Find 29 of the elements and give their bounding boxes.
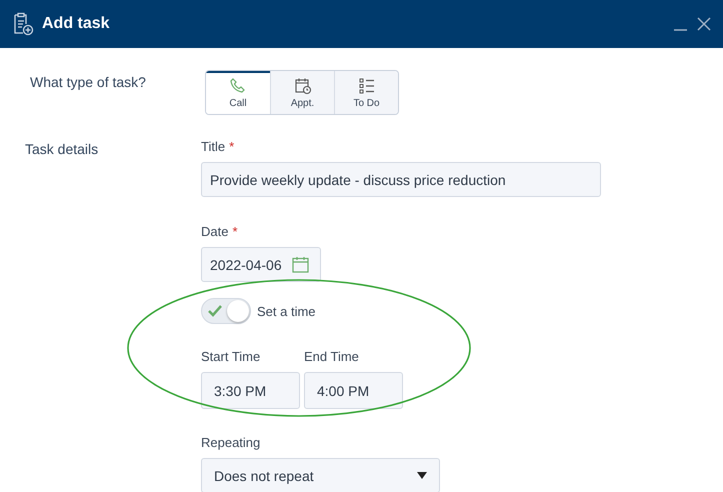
field-label: Date — [201, 224, 228, 239]
title-field[interactable]: Provide weekly update - discuss price reduction — [201, 162, 601, 197]
start-time-field[interactable]: 3:30 PM — [201, 372, 300, 409]
window-title: Add task — [42, 15, 111, 33]
end-time-field[interactable]: 4:00 PM — [304, 372, 403, 409]
toggle-switch[interactable] — [201, 298, 251, 324]
phone-icon — [229, 76, 247, 94]
minimize-icon — [674, 29, 686, 31]
toggle-label: Set a time — [257, 304, 316, 318]
field-label: Repeating — [201, 435, 262, 450]
task-add-icon — [12, 12, 34, 36]
close-icon — [695, 15, 713, 33]
close-button[interactable] — [695, 15, 713, 33]
field-label: End Time — [304, 349, 360, 364]
date-field[interactable]: 2022-04-06 — [201, 247, 321, 282]
task-type-tab[interactable]: Appt. — [270, 71, 334, 114]
required-mark: * — [229, 139, 234, 154]
repeat-dropdown[interactable]: Does not repeat — [201, 458, 440, 492]
calendar-clock-icon — [294, 76, 312, 94]
section-label: Task details — [24, 140, 100, 159]
task-type-tab[interactable]: To Do — [334, 71, 398, 114]
task-type-tab[interactable]: Call — [206, 71, 270, 114]
caret-icon — [417, 472, 427, 479]
list-icon — [358, 76, 376, 94]
field-label: Start Time — [201, 349, 262, 364]
field-label: What type of task? — [29, 73, 147, 92]
field-label: Title — [201, 139, 226, 154]
required-mark: * — [232, 224, 238, 239]
check-icon — [208, 305, 222, 317]
